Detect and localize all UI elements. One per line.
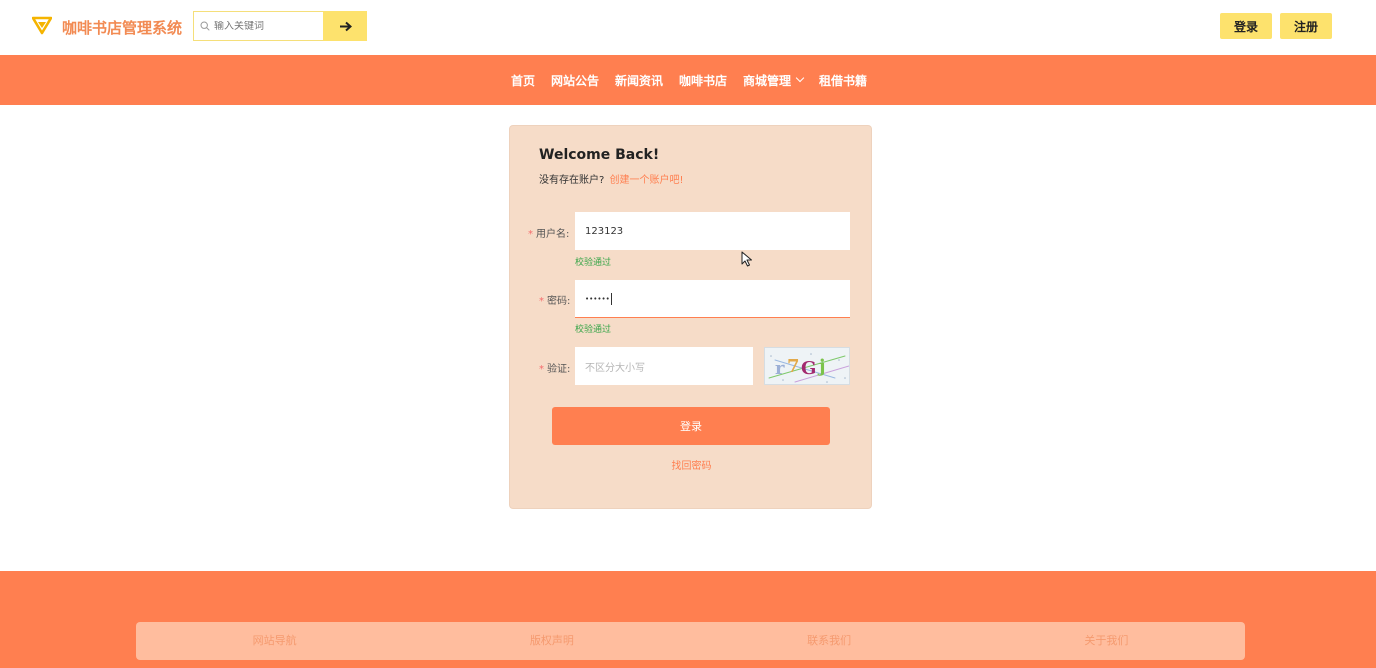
- captcha-drawing: r 7 G j: [768, 353, 849, 383]
- nav-item-rent-books[interactable]: 租借书籍: [819, 72, 867, 89]
- captcha-char-1: r: [775, 358, 785, 379]
- footer-link-contact[interactable]: 联系我们: [691, 622, 968, 660]
- captcha-label: * 验证:: [539, 360, 570, 375]
- password-label-text: 密码:: [547, 296, 571, 307]
- nav-item-home[interactable]: 首页: [511, 72, 535, 89]
- no-account-text: 没有存在账户?: [539, 175, 605, 186]
- search-bar: [193, 11, 367, 41]
- search-field[interactable]: [193, 11, 323, 41]
- captcha-input[interactable]: 不区分大小写: [575, 347, 753, 385]
- text-caret: [610, 292, 612, 305]
- header-register-button[interactable]: 注册: [1280, 13, 1332, 39]
- footer: 网站导航 版权声明 联系我们 关于我们: [0, 571, 1376, 668]
- logo-icon[interactable]: [32, 15, 52, 35]
- login-title: Welcome Back!: [539, 147, 660, 163]
- nav-item-news[interactable]: 新闻资讯: [615, 72, 663, 89]
- main-nav: 首页 网站公告 新闻资讯 咖啡书店 商城管理 租借书籍: [0, 55, 1376, 105]
- create-account-link[interactable]: 创建一个账户吧!: [610, 175, 684, 186]
- forgot-password-link[interactable]: 找回密码: [510, 457, 873, 472]
- footer-link-site-nav[interactable]: 网站导航: [136, 622, 413, 660]
- nav-item-mall[interactable]: 商城管理: [743, 72, 805, 89]
- username-status: 校验通过: [575, 258, 612, 268]
- captcha-char-4: j: [817, 356, 826, 377]
- footer-link-copyright[interactable]: 版权声明: [413, 622, 690, 660]
- search-icon: [200, 21, 210, 31]
- password-input[interactable]: ••••••: [575, 280, 850, 318]
- captcha-char-2: 7: [787, 356, 800, 377]
- login-card: Welcome Back! 没有存在账户? 创建一个账户吧! * 用户名: 123…: [509, 125, 872, 509]
- nav-item-coffee-bookstore[interactable]: 咖啡书店: [679, 72, 727, 89]
- login-subtitle: 没有存在账户? 创建一个账户吧!: [539, 171, 684, 186]
- chevron-down-icon: [795, 73, 805, 83]
- arrow-right-icon: [339, 21, 352, 31]
- search-button[interactable]: [323, 11, 367, 41]
- captcha-image[interactable]: r 7 G j: [764, 347, 850, 385]
- required-mark: *: [528, 229, 533, 240]
- captcha-placeholder: 不区分大小写: [585, 362, 645, 374]
- captcha-label-text: 验证:: [547, 364, 571, 375]
- username-label: * 用户名:: [528, 225, 569, 240]
- required-mark: *: [539, 364, 544, 375]
- username-value: 123123: [585, 225, 624, 237]
- nav-item-mall-label: 商城管理: [743, 73, 792, 88]
- search-input[interactable]: [214, 20, 314, 32]
- header-login-button[interactable]: 登录: [1220, 13, 1272, 39]
- top-header: 咖啡书店管理系统 登录 注册: [0, 0, 1376, 55]
- required-mark: *: [539, 296, 544, 307]
- mouse-cursor-icon: [741, 251, 752, 267]
- username-label-text: 用户名:: [536, 229, 570, 240]
- captcha-char-3: G: [801, 358, 816, 379]
- footer-link-about[interactable]: 关于我们: [968, 622, 1245, 660]
- site-title[interactable]: 咖啡书店管理系统: [62, 17, 182, 38]
- password-status: 校验通过: [575, 325, 612, 335]
- username-input[interactable]: 123123: [575, 212, 850, 250]
- login-submit-button[interactable]: 登录: [552, 407, 830, 445]
- password-label: * 密码:: [539, 292, 570, 307]
- footer-links: 网站导航 版权声明 联系我们 关于我们: [136, 622, 1245, 660]
- nav-item-announcements[interactable]: 网站公告: [551, 72, 599, 89]
- password-value: ••••••: [585, 294, 610, 303]
